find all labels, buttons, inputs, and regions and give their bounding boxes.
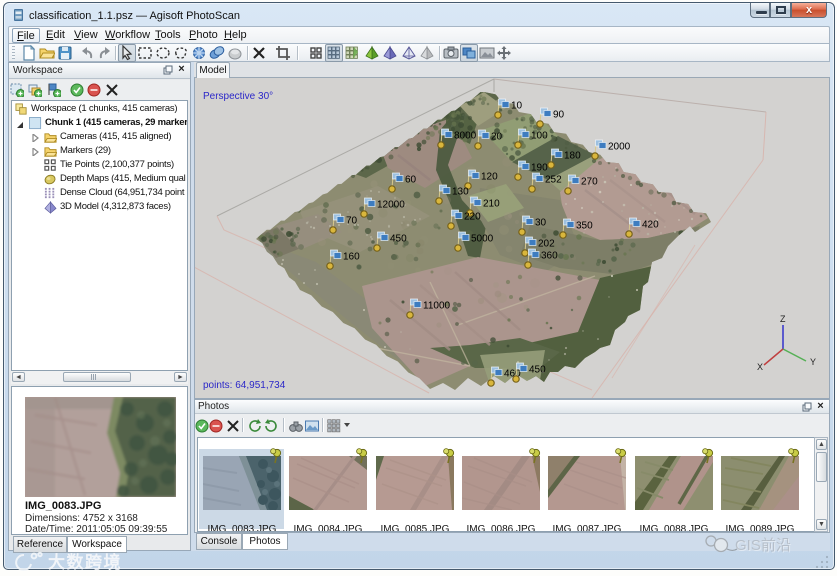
svg-text:Y: Y: [810, 357, 816, 367]
svg-text:252: 252: [545, 175, 562, 186]
svg-text:2000: 2000: [608, 142, 631, 153]
svg-text:Z: Z: [780, 314, 786, 324]
svg-text:X: X: [757, 362, 763, 372]
svg-text:100: 100: [531, 131, 548, 142]
svg-text:12000: 12000: [377, 200, 405, 211]
svg-text:11000: 11000: [423, 301, 451, 312]
svg-text:8000: 8000: [454, 131, 477, 142]
svg-text:180: 180: [564, 151, 581, 162]
svg-text:大数跨境: 大数跨境: [48, 552, 122, 572]
svg-text:10: 10: [511, 101, 523, 112]
svg-text:190: 190: [531, 163, 548, 174]
svg-text:420: 420: [642, 220, 659, 231]
svg-text:90: 90: [553, 110, 565, 121]
svg-text:120: 120: [481, 172, 498, 183]
svg-text:202: 202: [538, 239, 555, 250]
svg-text:450: 450: [390, 234, 407, 245]
svg-text:130: 130: [452, 187, 469, 198]
svg-text:5000: 5000: [471, 234, 494, 245]
svg-text:30: 30: [535, 218, 547, 229]
svg-text:60: 60: [405, 175, 417, 186]
svg-text:210: 210: [483, 199, 500, 210]
svg-text:220: 220: [464, 212, 481, 223]
svg-text:350: 350: [576, 221, 593, 232]
svg-text:20: 20: [491, 132, 503, 143]
svg-text:450: 450: [529, 365, 546, 376]
svg-text:160: 160: [343, 252, 360, 263]
svg-text:GIS前沿: GIS前沿: [735, 537, 791, 554]
svg-text:70: 70: [346, 216, 358, 227]
svg-text:360: 360: [541, 251, 558, 262]
svg-text:270: 270: [581, 177, 598, 188]
